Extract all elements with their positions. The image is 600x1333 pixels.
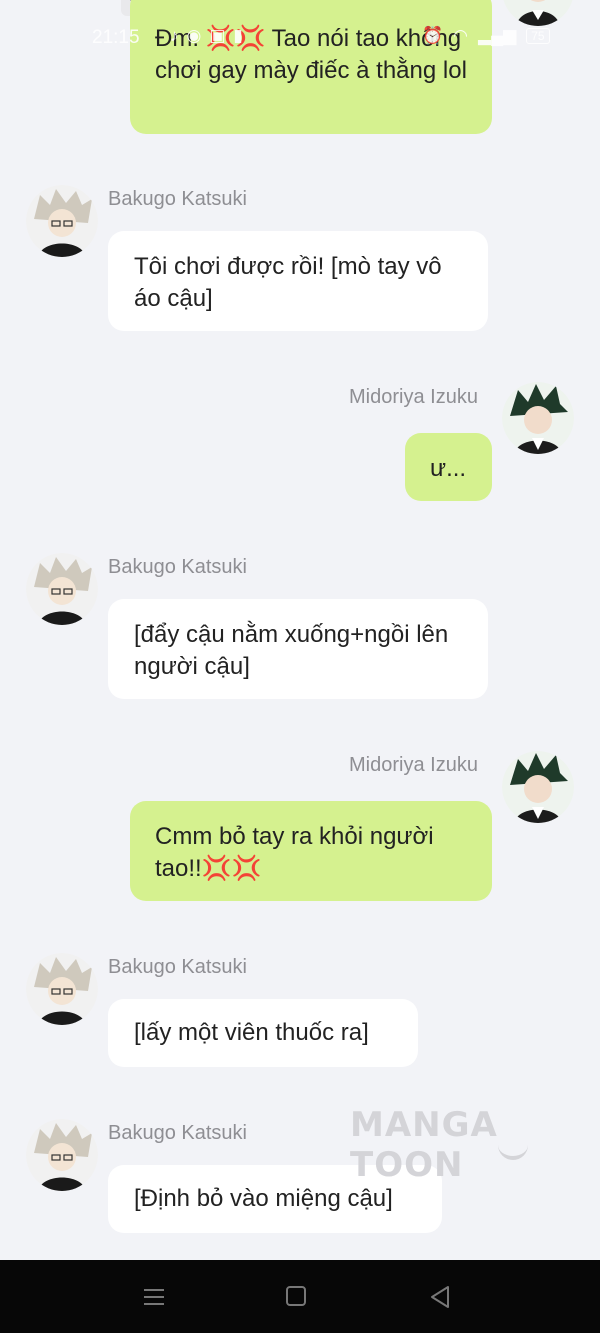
home-square-icon[interactable] xyxy=(282,1282,312,1312)
tiktok-icon: ♪ xyxy=(170,26,179,45)
avatar[interactable] xyxy=(26,1119,98,1191)
avatar[interactable] xyxy=(502,382,574,454)
status-time: 21:15 xyxy=(92,27,140,48)
avatar[interactable] xyxy=(26,185,98,257)
navigation-bar xyxy=(0,1260,600,1333)
avatar[interactable] xyxy=(26,953,98,1025)
sender-name: Bakugo Katsuki xyxy=(108,188,247,210)
sender-name: Bakugo Katsuki xyxy=(108,956,247,978)
game-icon: ▣ xyxy=(209,26,226,45)
message-text: ư... xyxy=(430,455,467,482)
message-text: [đẩy cậu nằm xuống+ngồi lên người cậu] xyxy=(134,621,449,680)
sender-name: Bakugo Katsuki xyxy=(108,1122,247,1144)
sender-name: Midoriya Izuku xyxy=(349,386,478,408)
message-text: Tôi chơi được rồi! [mò tay vô áo cậu] xyxy=(134,253,442,312)
status-bar: 21:15 ♪ ◉ ▣ ▮ ⏰ ◠ ▂▄▆ 75 xyxy=(0,22,600,56)
status-notification-icons: ♪ ◉ ▣ ▮ xyxy=(170,26,243,46)
message-text: [Định bỏ vào miệng cậu] xyxy=(134,1185,393,1212)
avatar[interactable] xyxy=(502,751,574,823)
message-bubble[interactable]: Đm. 💢💢 Tao nói tao không chơi gay mày đi… xyxy=(130,0,492,134)
message-bubble[interactable]: [đẩy cậu nằm xuống+ngồi lên người cậu] xyxy=(108,599,488,699)
signal-icon: ▂▄▆ xyxy=(478,26,517,45)
message-bubble[interactable]: ư... xyxy=(405,433,492,501)
sender-name: Midoriya Izuku xyxy=(349,754,478,776)
back-triangle-icon[interactable] xyxy=(426,1282,456,1312)
message-bubble[interactable]: [lấy một viên thuốc ra] xyxy=(108,999,418,1067)
alarm-icon: ⏰ xyxy=(422,26,444,45)
message-bubble[interactable]: Tôi chơi được rồi! [mò tay vô áo cậu] xyxy=(108,231,488,331)
watermark-logo: MANGA TOON xyxy=(350,1105,498,1185)
sim-icon: ▮ xyxy=(233,26,243,45)
wifi-icon: ◠ xyxy=(453,26,469,45)
message-text: Cmm bỏ tay ra khỏi người tao!!💢💢 xyxy=(155,823,434,882)
avatar[interactable] xyxy=(26,553,98,625)
status-system-icons: ⏰ ◠ ▂▄▆ 75 xyxy=(422,26,550,46)
battery-icon: 75 xyxy=(526,28,550,44)
message-text: [lấy một viên thuốc ra] xyxy=(134,1019,369,1046)
messenger-icon: ◉ xyxy=(186,26,202,45)
message-bubble[interactable]: Cmm bỏ tay ra khỏi người tao!!💢💢 xyxy=(130,801,492,901)
menu-icon[interactable] xyxy=(140,1282,170,1312)
sender-name: Bakugo Katsuki xyxy=(108,556,247,578)
